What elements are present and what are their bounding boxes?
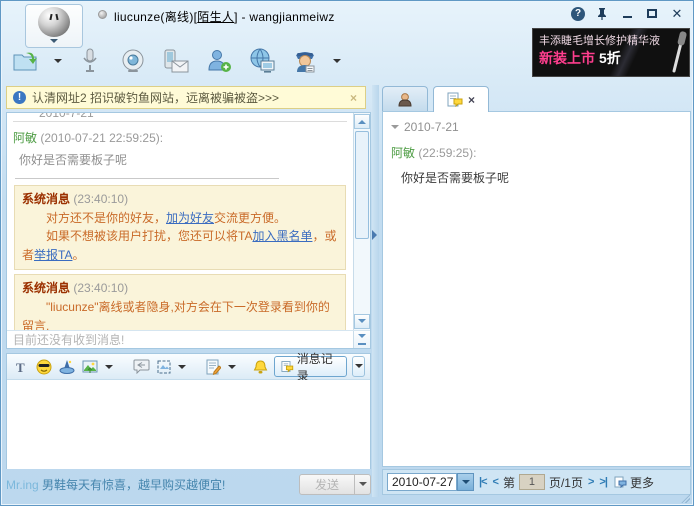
ad-banner[interactable]: 丰添睫毛增长修护精华液 新装上市5折 xyxy=(532,28,690,77)
resize-grip[interactable] xyxy=(681,494,690,503)
add-friend-icon[interactable] xyxy=(204,47,234,75)
history-panel: 2010-7-21 阿敏 (22:59:25): 你好是否需要板子呢 xyxy=(382,111,691,467)
send-image-dropdown-icon[interactable] xyxy=(105,365,113,373)
history-sender-line: 阿敏 (22:59:25): xyxy=(383,138,690,161)
promo-link[interactable]: Mr.ing 男鞋每天有惊喜，越早购买越便宜! xyxy=(6,476,225,493)
titlebar[interactable]: liucunze(离线)[陌生人] - wangjianmeiwz ? ✕ xyxy=(1,1,693,29)
maximize-icon[interactable] xyxy=(644,6,660,21)
pin-icon[interactable] xyxy=(594,6,610,21)
last-page-icon[interactable]: >| xyxy=(598,476,608,488)
history-tab-icon xyxy=(447,92,463,107)
chat-scrollbar[interactable] xyxy=(353,113,370,330)
minimize-icon[interactable] xyxy=(619,6,635,21)
history-pager: 2010-07-27 |< < 第 页/1页 > >| 更多 xyxy=(382,469,691,495)
status-offline-icon xyxy=(98,10,107,19)
svg-text:T: T xyxy=(16,360,25,374)
collapse-panel-icon[interactable] xyxy=(372,230,382,240)
collapse-date-icon xyxy=(391,125,399,133)
file-transfer-dropdown-icon[interactable] xyxy=(54,59,62,67)
tab-close-icon[interactable]: × xyxy=(468,93,475,107)
add-friend-link[interactable]: 加为好友 xyxy=(166,211,214,225)
nudge-icon[interactable] xyxy=(251,357,269,377)
stranger-link[interactable]: 陌生人 xyxy=(197,10,234,24)
ad-line2: 新装上市5折 xyxy=(539,49,683,69)
profile-icon xyxy=(397,92,413,108)
profile-tab[interactable] xyxy=(382,86,428,112)
system-message-1: 系统消息 (23:40:10) 对方还不是你的好友，加为好友交流更方便。 如果不… xyxy=(14,185,346,270)
date-select-value[interactable]: 2010-07-27 xyxy=(387,473,457,491)
magic-expression-icon[interactable] xyxy=(58,357,76,377)
security-notice-bar: ! 认清网址2 招识破钓鱼网站，远离被骗被盗>>> × xyxy=(6,86,366,109)
prev-page-icon[interactable]: < xyxy=(492,476,499,488)
send-image-icon[interactable] xyxy=(81,357,99,377)
note-dropdown-icon[interactable] xyxy=(228,365,236,373)
avatar-sphere-icon xyxy=(38,7,70,37)
panel-splitter[interactable] xyxy=(372,85,379,497)
note-icon[interactable] xyxy=(205,357,223,377)
video-call-icon[interactable] xyxy=(118,47,148,75)
message-text: 你好是否需要板子呢 xyxy=(19,151,347,168)
message-timestamp: (2010-07-21 22:59:25): xyxy=(40,131,163,145)
blacklist-link[interactable]: 加入黑名单 xyxy=(252,229,312,243)
send-button[interactable]: 发送 xyxy=(299,474,355,495)
avatar-dropdown-icon[interactable] xyxy=(50,39,58,47)
scrollbar-thumb[interactable] xyxy=(355,131,369,239)
empty-status-strip: 目前还没有收到消息! xyxy=(7,330,370,348)
empty-status-text: 目前还没有收到消息! xyxy=(7,331,353,348)
date-select-dropdown-icon[interactable] xyxy=(457,473,474,491)
window-title: liucunze(离线)[陌生人] - wangjianmeiwz xyxy=(114,8,335,25)
quick-reply-icon[interactable] xyxy=(132,357,150,377)
page-number-input[interactable] xyxy=(519,474,545,490)
screenshot-icon[interactable] xyxy=(155,357,173,377)
scroll-up-icon[interactable] xyxy=(354,114,370,129)
info-icon: ! xyxy=(13,91,26,104)
chat-content: 2010-7-21 阿敏 (2010-07-21 22:59:25): 你好是否… xyxy=(7,113,353,330)
system-message-2: 系统消息 (23:40:10) "liucunze"离线或者隐身,对方会在下一次… xyxy=(14,274,346,330)
report-icon[interactable] xyxy=(290,47,320,75)
jump-to-latest-icon[interactable] xyxy=(353,331,370,348)
font-icon[interactable]: T xyxy=(12,357,30,377)
history-date-header[interactable]: 2010-7-21 xyxy=(383,112,690,138)
report-dropdown-icon[interactable] xyxy=(333,59,341,67)
screenshot-dropdown-icon[interactable] xyxy=(178,365,186,373)
composer: T xyxy=(6,353,371,469)
message-history-tab[interactable]: × xyxy=(433,86,489,112)
avatar[interactable] xyxy=(25,4,83,48)
emoticon-icon[interactable] xyxy=(35,357,53,377)
chat-window: liucunze(离线)[陌生人] - wangjianmeiwz ? ✕ xyxy=(0,0,694,506)
notice-close-icon[interactable]: × xyxy=(348,91,359,105)
file-transfer-icon[interactable] xyxy=(11,47,41,75)
message-history-dropdown-icon[interactable] xyxy=(352,356,365,377)
page-label-pre: 第 xyxy=(503,474,515,491)
notice-link[interactable]: 认清网址2 招识破钓鱼网站，远离被骗被盗>>> xyxy=(32,89,342,106)
send-to-mobile-icon[interactable] xyxy=(161,47,191,75)
history-message-text: 你好是否需要板子呢 xyxy=(383,161,690,186)
message-sender-line: 阿敏 (2010-07-21 22:59:25): xyxy=(13,129,347,146)
page-label-post: 页/1页 xyxy=(549,474,583,491)
message-history-button[interactable]: 消息记录 xyxy=(274,356,347,377)
composer-toolbar: T xyxy=(7,354,370,380)
side-tabs: × xyxy=(382,86,489,112)
close-icon[interactable]: ✕ xyxy=(669,6,685,21)
chat-message-area: 2010-7-21 阿敏 (2010-07-21 22:59:25): 你好是否… xyxy=(6,112,371,349)
help-icon[interactable]: ? xyxy=(571,7,585,21)
next-page-icon[interactable]: > xyxy=(587,476,594,488)
more-history-link[interactable]: 更多 xyxy=(614,474,654,491)
sender-name: 阿敏 xyxy=(13,131,37,145)
report-link[interactable]: 举报TA xyxy=(34,248,72,262)
message-input[interactable] xyxy=(7,380,370,469)
message-divider xyxy=(15,178,279,179)
scroll-down-icon[interactable] xyxy=(354,314,370,329)
date-select[interactable]: 2010-07-27 xyxy=(387,473,474,491)
composer-bottom-bar: Mr.ing 男鞋每天有惊喜，越早购买越便宜! 发送 xyxy=(6,471,371,497)
remote-desktop-icon[interactable] xyxy=(247,47,277,75)
voice-call-icon[interactable] xyxy=(75,47,105,75)
more-history-icon xyxy=(614,476,627,488)
ad-line1: 丰添睫毛增长修护精华液 xyxy=(539,34,683,49)
first-page-icon[interactable]: |< xyxy=(478,476,488,488)
send-options-dropdown-icon[interactable] xyxy=(355,474,371,495)
clipped-date-header: 2010-7-21 xyxy=(13,113,347,122)
message-history-icon xyxy=(281,360,294,373)
